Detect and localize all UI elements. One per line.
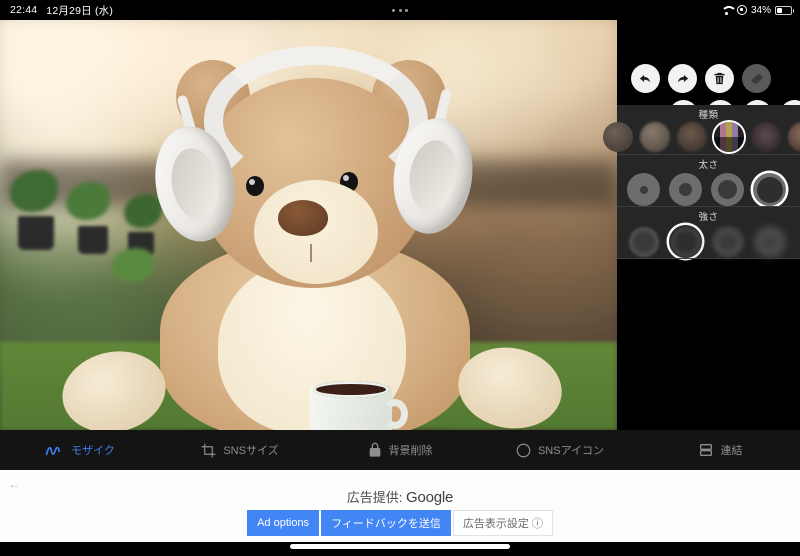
plant-pot	[18, 216, 54, 250]
home-indicator[interactable]	[290, 544, 510, 549]
app-root: 22:44 12月29日 (水) 34% 種類 太さ 強さ モザイク SNSサイ…	[0, 0, 800, 556]
battery-percent-label: 34%	[750, 4, 771, 16]
strength-option-1[interactable]	[627, 225, 660, 258]
type-options-row	[603, 120, 800, 154]
ad-container: ← 広告提供: Google Ad options フィードバックを送信 広告表…	[0, 470, 800, 542]
photo-canvas[interactable]	[0, 20, 617, 430]
bear-mouth	[310, 244, 312, 262]
feature-tab-concat[interactable]: 連結	[640, 442, 800, 458]
dot-2	[398, 8, 402, 12]
dot-3	[405, 8, 408, 12]
three-dots-handle[interactable]	[392, 8, 408, 12]
ad-buttons: Ad options フィードバックを送信 広告表示設定 ⓘ	[0, 510, 800, 536]
feature-bar: モザイク SNSサイズ 背景削除 SNSアイコン 連結	[0, 430, 800, 470]
strength-options-row	[617, 223, 800, 261]
strength-option-4[interactable]	[753, 225, 786, 258]
feature-tab-background-removal-label: 背景削除	[388, 445, 433, 457]
teddy-bear-photo	[0, 20, 617, 430]
send-feedback-button[interactable]: フィードバックを送信	[321, 510, 451, 536]
mug-coffee-surface	[313, 381, 389, 398]
mosaic-type-option-selected[interactable]	[714, 122, 744, 152]
plant-pot	[78, 226, 108, 254]
bear-nose	[278, 200, 328, 236]
ad-options-button[interactable]: Ad options	[247, 510, 320, 536]
ad-settings-button[interactable]: 広告表示設定 ⓘ	[452, 510, 553, 536]
feature-tab-sns-icon-label: SNSアイコン	[537, 445, 605, 457]
ad-provider-brand: Google	[406, 489, 454, 506]
section-strength-label: 強さ	[698, 212, 719, 223]
clock: 22:44	[10, 4, 38, 16]
status-bar: 22:44 12月29日 (水) 34%	[0, 0, 800, 20]
crop-icon	[201, 443, 216, 457]
thickness-options-row	[617, 171, 800, 209]
strength-option-2-selected[interactable]	[669, 225, 702, 258]
teddy-bear	[54, 46, 569, 430]
mosaic-type-option[interactable]	[640, 122, 670, 152]
feature-tab-sns-size[interactable]: SNSサイズ	[160, 442, 320, 458]
status-bar-left: 22:44 12月29日 (水)	[10, 3, 113, 18]
thickness-option-3[interactable]	[711, 173, 744, 206]
mosaic-type-option[interactable]	[677, 122, 707, 152]
wifi-icon	[721, 5, 733, 15]
mosaic-type-option[interactable]	[751, 122, 781, 152]
mosaic-type-option[interactable]	[603, 122, 633, 152]
circle-icon	[516, 443, 531, 457]
thickness-option-2[interactable]	[669, 173, 702, 206]
section-thickness: 太さ	[617, 155, 800, 207]
feature-tab-mosaic-label: モザイク	[71, 445, 115, 457]
status-bar-right: 34%	[721, 4, 794, 16]
battery-icon	[775, 5, 794, 15]
feature-tab-sns-icon[interactable]: SNSアイコン	[480, 442, 640, 458]
thickness-option-4-selected[interactable]	[753, 173, 786, 206]
feature-tab-concat-label: 連結	[720, 445, 743, 457]
section-type: 種類	[603, 105, 800, 155]
section-thickness-label: 太さ	[698, 160, 719, 171]
feature-tab-sns-size-label: SNSサイズ	[223, 445, 279, 457]
strength-option-3[interactable]	[711, 225, 744, 258]
mosaic-type-option[interactable]	[788, 122, 800, 152]
section-type-label: 種類	[698, 110, 719, 121]
feature-tab-background-removal[interactable]: 背景削除	[320, 442, 480, 458]
stacked-rectangles-icon	[699, 444, 712, 456]
thickness-option-1[interactable]	[627, 173, 660, 206]
section-strength: 強さ	[617, 207, 800, 259]
rotation-lock-icon	[736, 5, 747, 15]
mug-handle	[382, 399, 408, 429]
coffee-mug	[310, 381, 408, 430]
feature-tab-mosaic[interactable]: モザイク	[0, 442, 160, 458]
ad-provider-label: 広告提供: Google	[0, 487, 800, 506]
ad-provider-prefix: 広告提供:	[346, 490, 407, 505]
dot-1	[392, 8, 395, 12]
date-label: 12月29日 (水)	[46, 4, 114, 17]
tool-panel: 種類 太さ 強さ	[603, 20, 800, 430]
scribble-icon	[45, 446, 61, 455]
lock-icon	[369, 442, 380, 457]
